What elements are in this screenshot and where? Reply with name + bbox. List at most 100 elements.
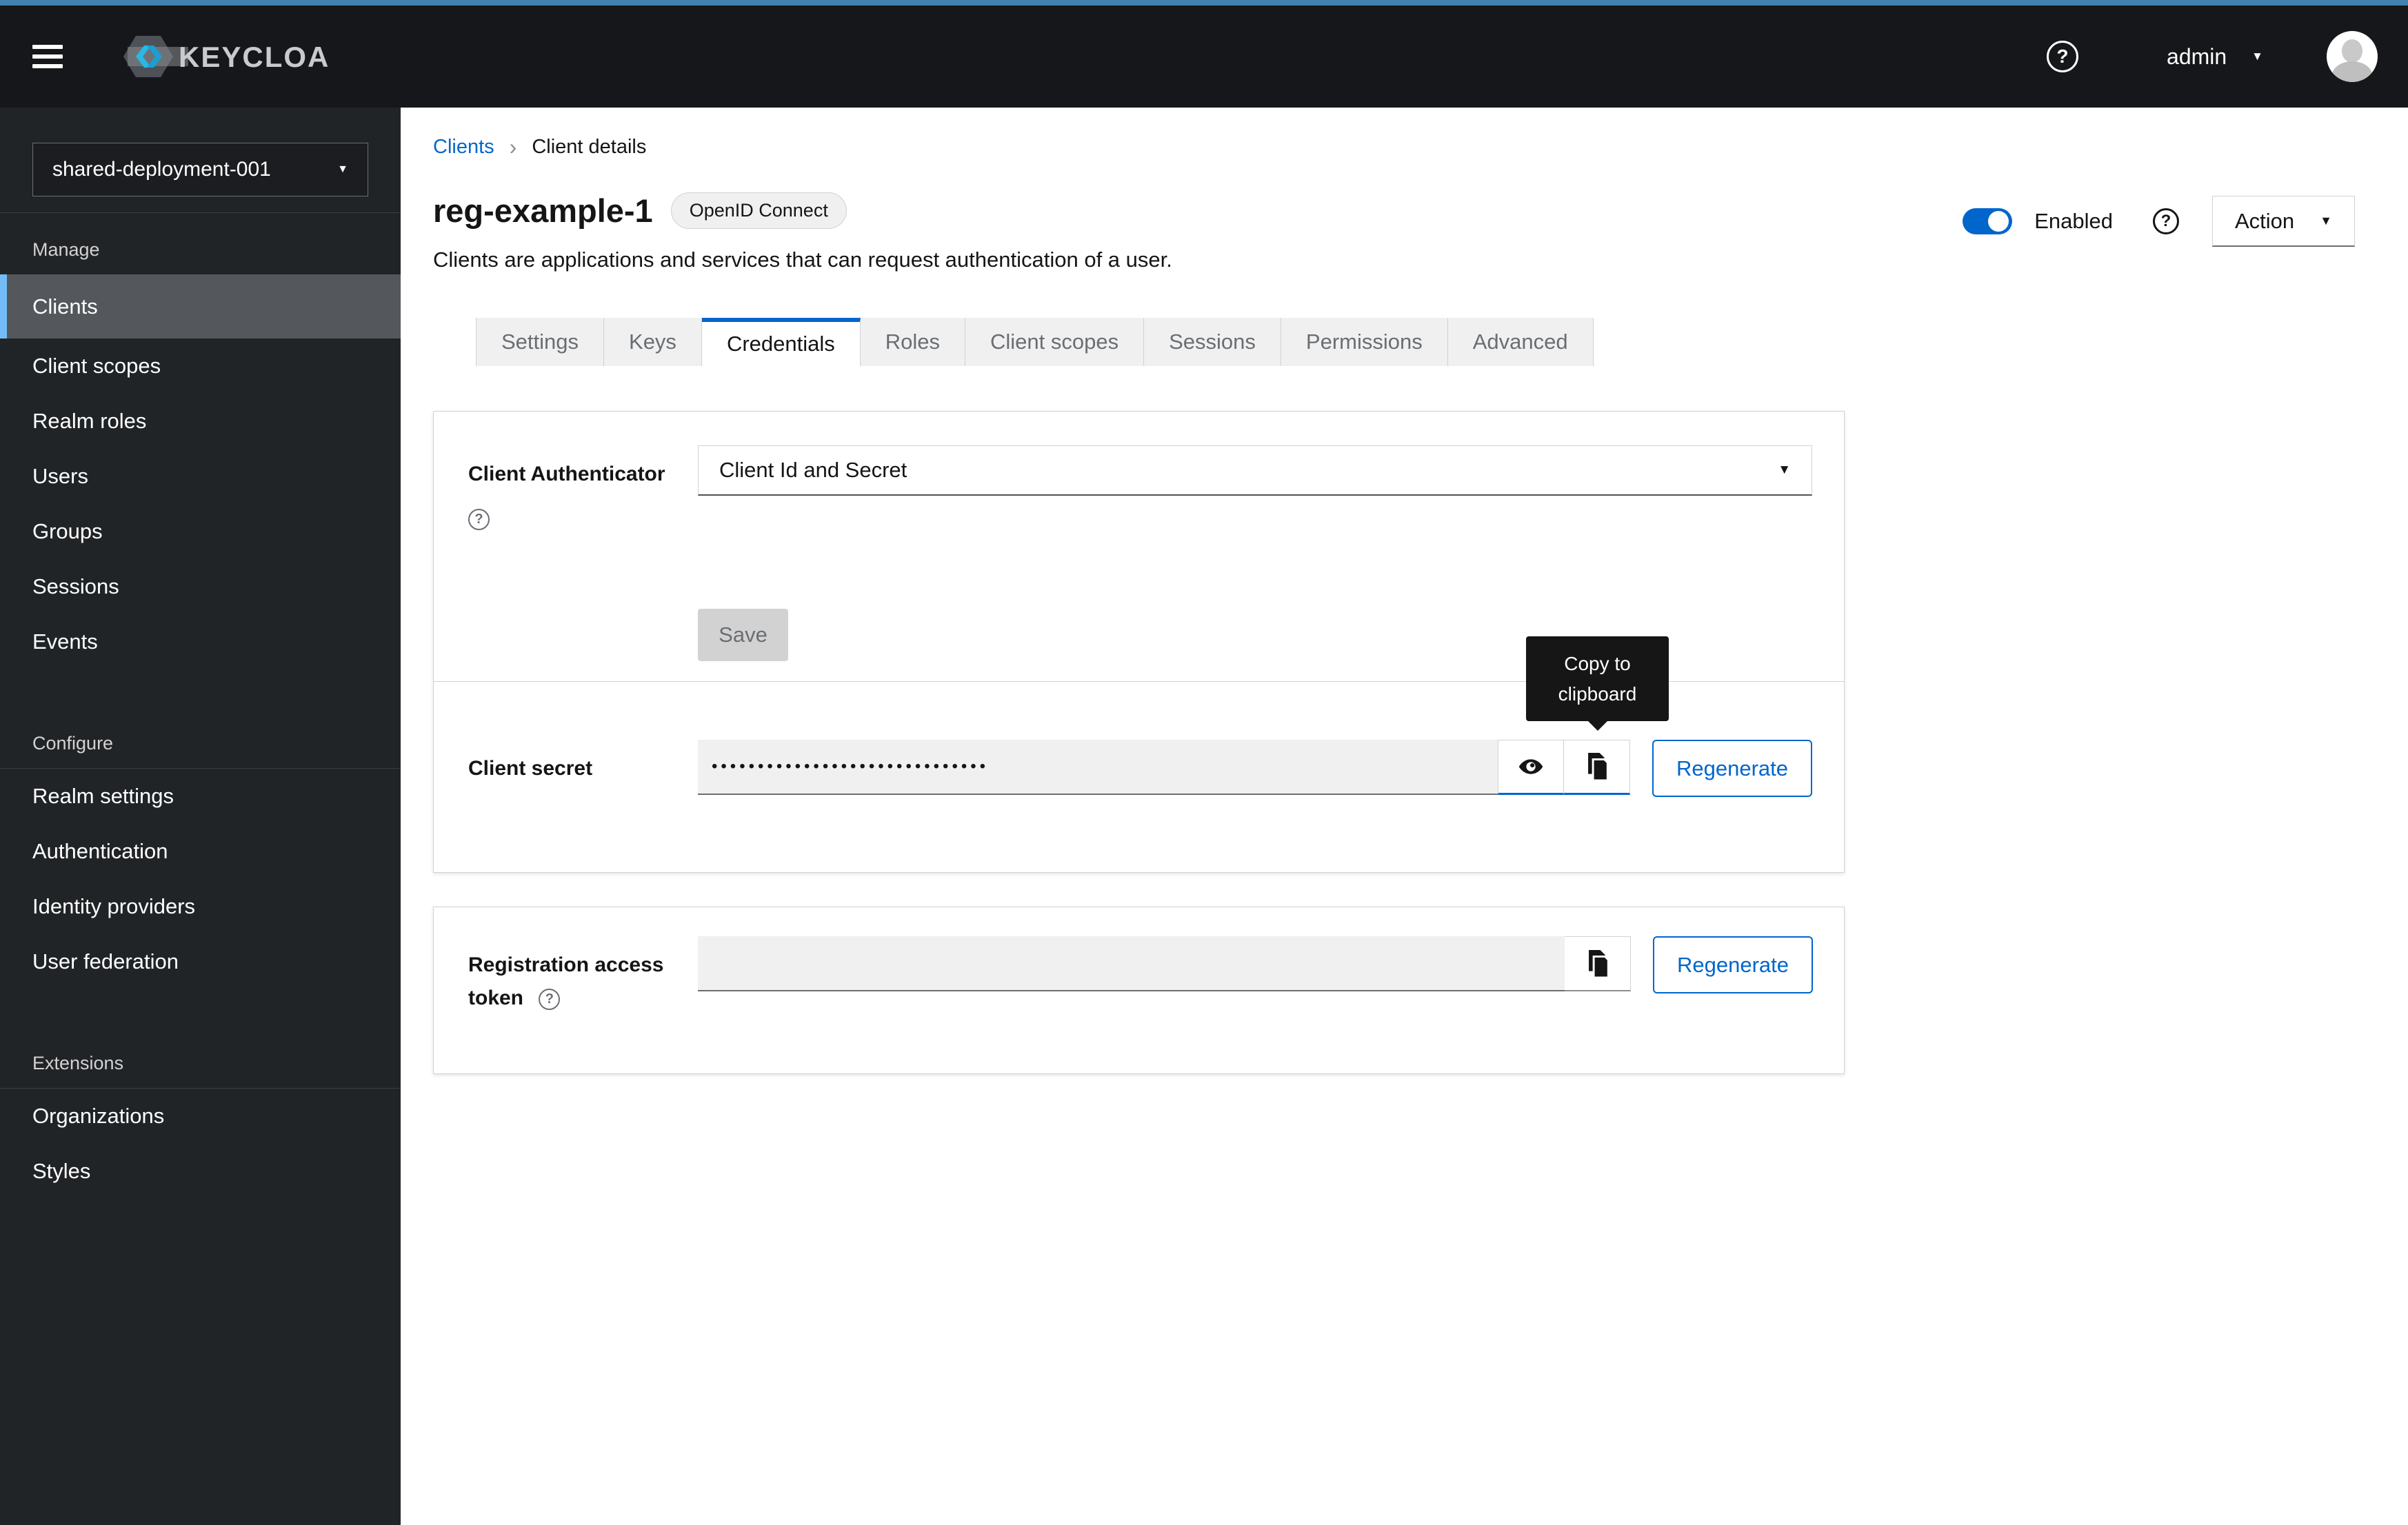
copy-secret-button[interactable] [1564,740,1630,795]
nav-section-title: Configure [0,707,401,768]
sidebar-item-events[interactable]: Events [0,614,401,669]
tab-credentials[interactable]: Credentials [702,318,861,366]
registration-token-input[interactable] [698,936,1565,991]
client-secret-row: Client secret Copy to clipboard [468,740,1811,872]
client-authenticator-row: Client Authenticator ? Client Id and Sec… [468,445,1811,535]
user-name: admin [2167,44,2227,70]
caret-down-icon: ▼ [1778,463,1791,478]
registration-token-input-group [698,936,1631,1015]
client-secret-controls: Copy to clipboard [698,740,1812,797]
keycloak-logo-graphic: KEYCLOAK [123,30,330,83]
copy-tooltip: Copy to clipboard [1526,636,1669,721]
tab-bar: Settings Keys Credentials Roles Client s… [476,318,2408,366]
toggle-knob [1988,211,2009,232]
realm-name: shared-deployment-001 [52,158,271,181]
top-accent-strip [0,0,2408,6]
masthead-right: ? admin ▼ [2047,31,2378,82]
tab-keys[interactable]: Keys [604,318,702,366]
page-title: reg-example-1 [433,192,653,230]
copy-icon [1585,753,1609,780]
client-authenticator-value: Client Id and Secret [719,458,907,483]
page-description: Clients are applications and services th… [433,248,2408,272]
main-content: Clients › Client details reg-example-1 O… [401,108,2408,1525]
hamburger-bar [32,64,63,68]
sidebar-item-realm-roles[interactable]: Realm roles [0,394,401,449]
keycloak-logo[interactable]: KEYCLOAK [123,30,330,83]
caret-down-icon: ▼ [2320,214,2332,228]
sidebar-section-extensions: Extensions Organizations Styles [0,1027,401,1199]
tab-settings[interactable]: Settings [476,318,604,366]
sidebar-section-configure: Configure Realm settings Authentication … [0,707,401,989]
client-secret-input-group: Copy to clipboard [698,740,1630,797]
client-authenticator-controls: Client Id and Secret ▼ [698,445,1812,535]
masthead: KEYCLOAK ? admin ▼ [0,6,2408,108]
tab-permissions[interactable]: Permissions [1281,318,1448,366]
user-menu[interactable]: admin ▼ [2167,44,2263,70]
action-dropdown[interactable]: Action ▼ [2212,196,2355,247]
sidebar-item-clients[interactable]: Clients [0,274,401,339]
chevron-right-icon: › [510,134,517,160]
question-circle-icon[interactable]: ? [468,509,490,530]
client-authenticator-select[interactable]: Client Id and Secret ▼ [698,445,1812,496]
enabled-toggle[interactable] [1963,208,2012,234]
sidebar-item-styles[interactable]: Styles [0,1144,401,1199]
hamburger-bar [32,45,63,49]
save-button[interactable]: Save [698,609,788,661]
tab-roles[interactable]: Roles [861,318,965,366]
app-body: shared-deployment-001 ▼ Manage Clients C… [0,108,2408,1525]
enabled-label: Enabled [2034,209,2113,234]
registration-token-controls: Regenerate [698,936,1813,1015]
avatar-head [2342,39,2362,63]
tab-sessions[interactable]: Sessions [1144,318,1281,366]
sidebar-item-identity-providers[interactable]: Identity providers [0,879,401,934]
sidebar: shared-deployment-001 ▼ Manage Clients C… [0,108,401,1525]
client-secret-label: Client secret [468,740,698,797]
nav-section-title: Manage [0,213,401,274]
regenerate-secret-button[interactable]: Regenerate [1652,740,1812,797]
sidebar-item-users[interactable]: Users [0,449,401,504]
sidebar-item-authentication[interactable]: Authentication [0,824,401,879]
credentials-card: Client Authenticator ? Client Id and Sec… [433,411,1845,873]
client-secret-input[interactable] [698,740,1498,795]
help-icon[interactable]: ? [2047,41,2078,72]
copy-token-button[interactable] [1565,936,1631,991]
tab-client-scopes[interactable]: Client scopes [965,318,1144,366]
sidebar-item-sessions[interactable]: Sessions [0,559,401,614]
action-label: Action [2235,209,2294,234]
sidebar-item-user-federation[interactable]: User federation [0,934,401,989]
question-circle-icon[interactable]: ? [539,989,560,1010]
breadcrumb: Clients › Client details [433,108,2408,160]
breadcrumb-current: Client details [532,136,646,159]
page-header-controls: Enabled ? Action ▼ [1963,196,2355,247]
realm-selector[interactable]: shared-deployment-001 ▼ [32,143,368,196]
breadcrumb-link-clients[interactable]: Clients [433,136,494,159]
sidebar-item-client-scopes[interactable]: Client scopes [0,339,401,394]
copy-icon [1585,950,1610,978]
label-help-wrap: ? [468,502,698,535]
brand-text: KEYCLOAK [179,41,330,73]
registration-token-label: Registration access token [468,953,663,1009]
client-authenticator-label-cell: Client Authenticator ? [468,445,698,535]
client-authenticator-label: Client Authenticator [468,463,665,485]
sidebar-item-organizations[interactable]: Organizations [0,1089,401,1144]
regenerate-token-button[interactable]: Regenerate [1653,936,1813,993]
registration-token-row: Registration access token ? Regenerat [468,936,1811,1015]
user-avatar[interactable] [2327,31,2378,82]
sidebar-item-groups[interactable]: Groups [0,504,401,559]
question-circle-icon[interactable]: ? [2153,208,2179,234]
eye-icon [1518,754,1544,780]
show-secret-button[interactable] [1498,740,1564,795]
protocol-badge: OpenID Connect [671,192,847,229]
registration-token-label-cell: Registration access token ? [468,936,698,1015]
registration-token-card: Registration access token ? Regenerat [433,907,1845,1074]
avatar-body [2332,61,2372,82]
caret-down-icon: ▼ [337,163,348,176]
hamburger-menu-icon[interactable] [32,45,63,68]
hamburger-bar [32,54,63,59]
nav-section-title: Extensions [0,1027,401,1088]
caret-down-icon: ▼ [2251,50,2263,63]
page-header: reg-example-1 OpenID Connect Clients are… [433,192,2408,272]
tab-advanced[interactable]: Advanced [1448,318,1594,366]
sidebar-section-manage: Manage Clients Client scopes Realm roles… [0,213,401,669]
sidebar-item-realm-settings[interactable]: Realm settings [0,769,401,824]
